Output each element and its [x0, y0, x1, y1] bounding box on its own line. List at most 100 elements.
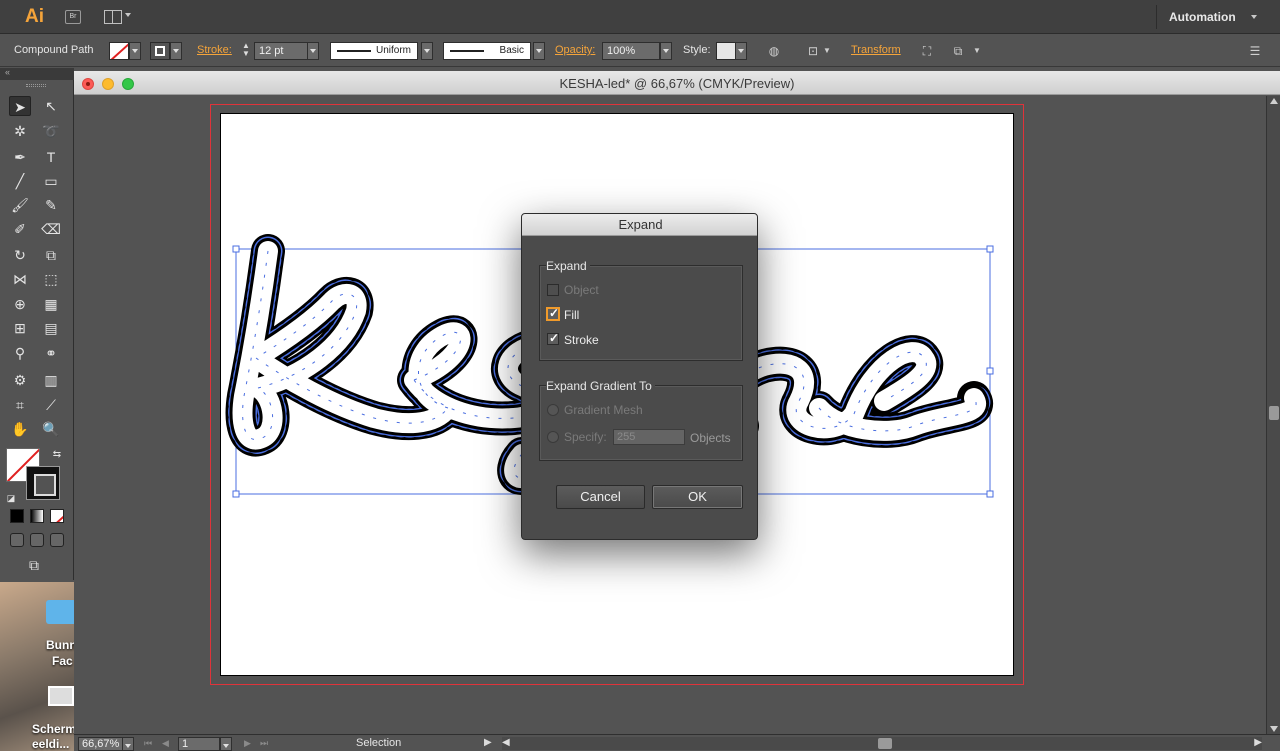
- zoom-field[interactable]: 66,67%: [78, 737, 124, 751]
- folder-icon[interactable]: [46, 600, 74, 624]
- recolor-artwork-icon[interactable]: ◍: [767, 44, 781, 58]
- horizontal-scrollbar[interactable]: ◀ ▶: [502, 737, 1262, 750]
- gradient-mesh-radio[interactable]: [547, 404, 559, 416]
- stroke-label[interactable]: Stroke:: [197, 44, 232, 56]
- control-panel-menu-icon[interactable]: ☰: [1248, 44, 1262, 58]
- scroll-left-icon[interactable]: ◀: [502, 737, 510, 748]
- fill-swatch[interactable]: [109, 42, 129, 60]
- mesh-tool-icon[interactable]: ⊞: [9, 318, 31, 338]
- arrange-documents-chevron-icon[interactable]: [125, 13, 131, 17]
- width-tool-icon[interactable]: ⋈: [9, 269, 31, 289]
- stroke-swatch-dropdown[interactable]: [170, 42, 182, 60]
- specify-objects-field[interactable]: 255: [613, 429, 685, 445]
- tools-panel-header[interactable]: «: [0, 67, 74, 80]
- eyedropper-tool-icon[interactable]: ⚲: [9, 343, 31, 363]
- status-menu-icon[interactable]: ▶: [484, 737, 492, 748]
- cancel-button[interactable]: Cancel: [556, 485, 645, 509]
- perspective-grid-tool-icon[interactable]: ▦: [40, 294, 62, 314]
- hand-tool-icon[interactable]: ✋: [9, 419, 31, 439]
- vertical-scroll-thumb[interactable]: [1269, 406, 1279, 420]
- resize-handle[interactable]: [986, 245, 994, 253]
- screen-mode-icon[interactable]: ⧉: [23, 555, 45, 575]
- first-artboard-icon[interactable]: ⏮: [144, 738, 152, 749]
- draw-normal-icon[interactable]: [10, 533, 24, 547]
- scroll-right-icon[interactable]: ▶: [1254, 737, 1262, 748]
- type-tool-icon[interactable]: T: [40, 147, 62, 167]
- eraser-tool-icon[interactable]: ⌫: [40, 219, 62, 239]
- variable-width-profile[interactable]: Uniform: [330, 42, 418, 60]
- arrange-documents-icon[interactable]: [104, 10, 122, 24]
- select-similar-icon[interactable]: ⧉: [951, 44, 965, 58]
- artboard-tool-icon[interactable]: ⌗: [9, 395, 31, 415]
- profile-dropdown[interactable]: [421, 42, 433, 60]
- gradient-mode-icon[interactable]: [30, 509, 44, 523]
- slice-tool-icon[interactable]: ⟋: [40, 395, 62, 415]
- paintbrush-tool-icon[interactable]: 🖌: [9, 195, 31, 215]
- zoom-tool-icon[interactable]: 🔍: [40, 419, 62, 439]
- ok-button[interactable]: OK: [652, 485, 743, 509]
- fill-dropdown[interactable]: [129, 42, 141, 60]
- scale-tool-icon[interactable]: ⧉: [40, 245, 62, 265]
- resize-handle[interactable]: [986, 367, 994, 375]
- last-artboard-icon[interactable]: ⏭: [260, 738, 268, 749]
- horizontal-scroll-thumb[interactable]: [878, 738, 892, 749]
- artboard-dropdown[interactable]: [220, 737, 232, 751]
- align-options-icon[interactable]: ⊡: [806, 44, 820, 58]
- magic-wand-tool-icon[interactable]: ✲: [9, 121, 31, 141]
- fill-checkbox[interactable]: [547, 306, 559, 320]
- direct-selection-tool-icon[interactable]: ↖: [40, 96, 62, 116]
- transform-link[interactable]: Transform: [851, 44, 901, 56]
- opacity-dropdown[interactable]: [660, 42, 672, 60]
- object-checkbox[interactable]: [547, 284, 559, 296]
- gradient-tool-icon[interactable]: ▤: [40, 318, 62, 338]
- scroll-down-icon[interactable]: [1270, 726, 1278, 732]
- vertical-scrollbar[interactable]: [1266, 96, 1280, 734]
- resize-handle[interactable]: [232, 490, 240, 498]
- panel-grip[interactable]: [26, 84, 46, 87]
- default-fill-stroke-icon[interactable]: ◪: [0, 488, 22, 508]
- select-similar-chevron-icon[interactable]: ▼: [970, 44, 984, 58]
- lasso-tool-icon[interactable]: ➰: [40, 121, 62, 141]
- stroke-weight-stepper[interactable]: ▲ ▼: [239, 42, 253, 60]
- column-graph-tool-icon[interactable]: ▥: [40, 370, 62, 390]
- workspace-switcher[interactable]: Automation: [1169, 10, 1236, 24]
- swap-fill-stroke-icon[interactable]: ⇆: [46, 445, 68, 465]
- stroke-black-swatch[interactable]: [26, 466, 60, 500]
- pencil-tool-icon[interactable]: ✎: [40, 195, 62, 215]
- stroke-checkbox[interactable]: [547, 331, 559, 345]
- collapse-icon[interactable]: «: [5, 67, 10, 77]
- symbol-sprayer-tool-icon[interactable]: ⚙: [9, 370, 31, 390]
- dialog-title[interactable]: Expand: [522, 214, 757, 236]
- document-titlebar[interactable]: KESHA-led* @ 66,67% (CMYK/Preview): [74, 71, 1280, 95]
- stroke-weight-dropdown[interactable]: [307, 42, 319, 60]
- blob-brush-tool-icon[interactable]: ✐: [9, 219, 31, 239]
- selection-tool-icon[interactable]: ➤: [9, 96, 31, 116]
- next-artboard-icon[interactable]: ▶: [244, 738, 251, 749]
- align-options-chevron-icon[interactable]: ▼: [820, 44, 834, 58]
- workspace-chevron-down-icon[interactable]: [1251, 15, 1257, 19]
- opacity-label[interactable]: Opacity:: [555, 44, 595, 56]
- graphic-style-swatch[interactable]: [716, 42, 736, 60]
- shape-builder-tool-icon[interactable]: ⊕: [9, 294, 31, 314]
- color-mode-icon[interactable]: [10, 509, 24, 523]
- draw-inside-icon[interactable]: [50, 533, 64, 547]
- stroke-swatch[interactable]: [150, 42, 170, 60]
- bridge-button[interactable]: Br: [65, 10, 81, 24]
- stroke-weight-field[interactable]: 12 pt: [254, 42, 308, 60]
- line-tool-icon[interactable]: ╱: [9, 171, 31, 191]
- artboard-number-field[interactable]: 1: [178, 737, 220, 751]
- previous-artboard-icon[interactable]: ◀: [162, 738, 169, 749]
- opacity-field[interactable]: 100%: [602, 42, 660, 60]
- zoom-dropdown[interactable]: [122, 737, 134, 751]
- resize-handle[interactable]: [986, 490, 994, 498]
- blend-tool-icon[interactable]: ⚭: [40, 343, 62, 363]
- rotate-tool-icon[interactable]: ↻: [9, 245, 31, 265]
- graphic-style-dropdown[interactable]: [735, 42, 747, 60]
- none-mode-icon[interactable]: [50, 509, 64, 523]
- screenshot-thumbnail-icon[interactable]: [48, 686, 74, 706]
- pen-tool-icon[interactable]: ✒: [9, 147, 31, 167]
- brush-dropdown[interactable]: [533, 42, 545, 60]
- scroll-up-icon[interactable]: [1270, 98, 1278, 104]
- resize-handle[interactable]: [232, 245, 240, 253]
- status-tool-label[interactable]: Selection: [356, 737, 401, 749]
